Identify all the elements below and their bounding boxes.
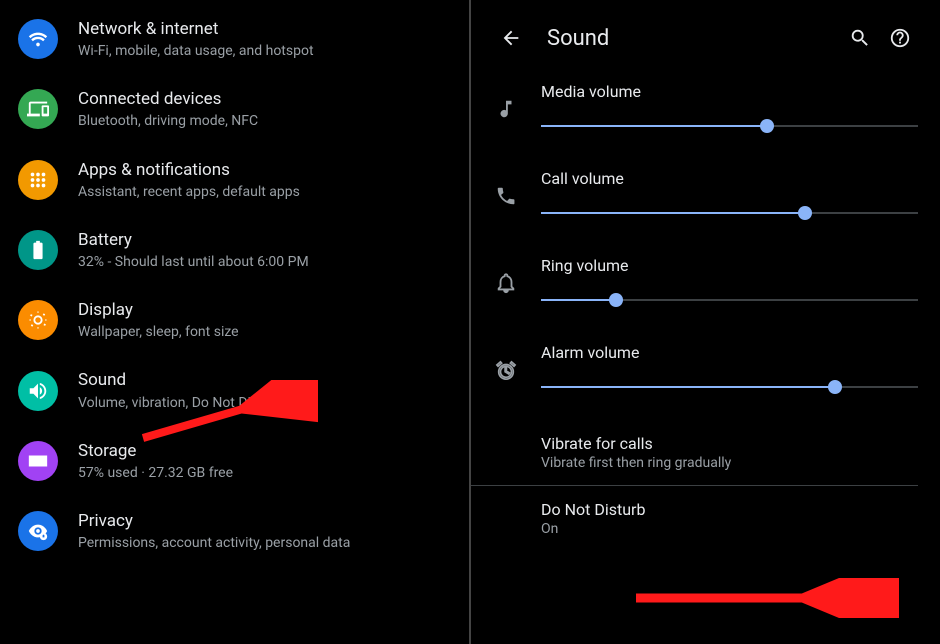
settings-pane: Network & internet Wi-Fi, mobile, data u…: [0, 0, 469, 644]
settings-item-title: Display: [78, 299, 451, 321]
display-icon: [18, 300, 58, 340]
settings-item-display[interactable]: Display Wallpaper, sleep, font size: [0, 285, 469, 355]
privacy-icon: [18, 511, 58, 551]
settings-item-title: Sound: [78, 369, 451, 391]
slider-label: Call volume: [541, 169, 918, 188]
settings-item-sound[interactable]: Sound Volume, vibration, Do Not Disturb: [0, 355, 469, 425]
help-button[interactable]: [880, 18, 920, 58]
music-note-icon: [471, 98, 541, 120]
slider-label: Media volume: [541, 82, 918, 101]
sound-icon: [18, 371, 58, 411]
do-not-disturb-item[interactable]: Do Not Disturb On: [471, 486, 918, 551]
settings-item-sub: Assistant, recent apps, default apps: [78, 183, 451, 201]
settings-item-title: Privacy: [78, 510, 451, 532]
sound-item-sub: On: [541, 521, 918, 537]
settings-list: Network & internet Wi-Fi, mobile, data u…: [0, 0, 469, 566]
storage-icon: [18, 441, 58, 481]
ring-volume-row: Ring volume: [471, 246, 918, 333]
back-button[interactable]: [491, 18, 531, 58]
ring-volume-slider[interactable]: [541, 291, 918, 309]
annotation-arrow-dnd: [621, 578, 901, 618]
settings-item-sub: 32% - Should last until about 6:00 PM: [78, 253, 451, 271]
alarm-volume-slider[interactable]: [541, 378, 918, 396]
search-icon: [849, 27, 871, 49]
settings-item-sub: Volume, vibration, Do Not Disturb: [78, 394, 451, 412]
sound-item-title: Do Not Disturb: [541, 500, 918, 519]
settings-item-storage[interactable]: Storage 57% used · 27.32 GB free: [0, 426, 469, 496]
search-button[interactable]: [840, 18, 880, 58]
help-icon: [889, 27, 911, 49]
settings-item-network[interactable]: Network & internet Wi-Fi, mobile, data u…: [0, 4, 469, 74]
sound-pane: Sound Media volume: [471, 0, 940, 644]
call-volume-row: Call volume: [471, 159, 918, 246]
page-title: Sound: [547, 26, 840, 51]
alarm-volume-row: Alarm volume: [471, 333, 918, 420]
wifi-icon: [18, 19, 58, 59]
call-volume-slider[interactable]: [541, 204, 918, 222]
sound-header: Sound: [471, 0, 940, 72]
bell-icon: [471, 272, 541, 294]
devices-icon: [18, 89, 58, 129]
sound-item-sub: Vibrate first then ring gradually: [541, 455, 918, 471]
settings-item-privacy[interactable]: Privacy Permissions, account activity, p…: [0, 496, 469, 566]
settings-item-title: Connected devices: [78, 88, 451, 110]
settings-item-sub: Permissions, account activity, personal …: [78, 534, 451, 552]
sound-item-title: Vibrate for calls: [541, 434, 918, 453]
settings-item-sub: Wallpaper, sleep, font size: [78, 323, 451, 341]
slider-label: Ring volume: [541, 256, 918, 275]
battery-icon: [18, 230, 58, 270]
settings-item-title: Network & internet: [78, 18, 451, 40]
media-volume-slider[interactable]: [541, 117, 918, 135]
settings-item-devices[interactable]: Connected devices Bluetooth, driving mod…: [0, 74, 469, 144]
vibrate-for-calls-item[interactable]: Vibrate for calls Vibrate first then rin…: [471, 420, 918, 485]
settings-item-apps[interactable]: Apps & notifications Assistant, recent a…: [0, 145, 469, 215]
sound-body: Media volume Call volume: [471, 72, 940, 551]
settings-item-sub: Wi-Fi, mobile, data usage, and hotspot: [78, 42, 451, 60]
back-arrow-icon: [500, 27, 522, 49]
slider-label: Alarm volume: [541, 343, 918, 362]
apps-icon: [18, 160, 58, 200]
settings-item-sub: 57% used · 27.32 GB free: [78, 464, 451, 482]
settings-item-sub: Bluetooth, driving mode, NFC: [78, 112, 451, 130]
media-volume-row: Media volume: [471, 72, 918, 159]
settings-item-title: Storage: [78, 440, 451, 462]
settings-item-title: Apps & notifications: [78, 159, 451, 181]
alarm-icon: [471, 359, 541, 381]
settings-item-title: Battery: [78, 229, 451, 251]
phone-icon: [471, 185, 541, 207]
settings-item-battery[interactable]: Battery 32% - Should last until about 6:…: [0, 215, 469, 285]
